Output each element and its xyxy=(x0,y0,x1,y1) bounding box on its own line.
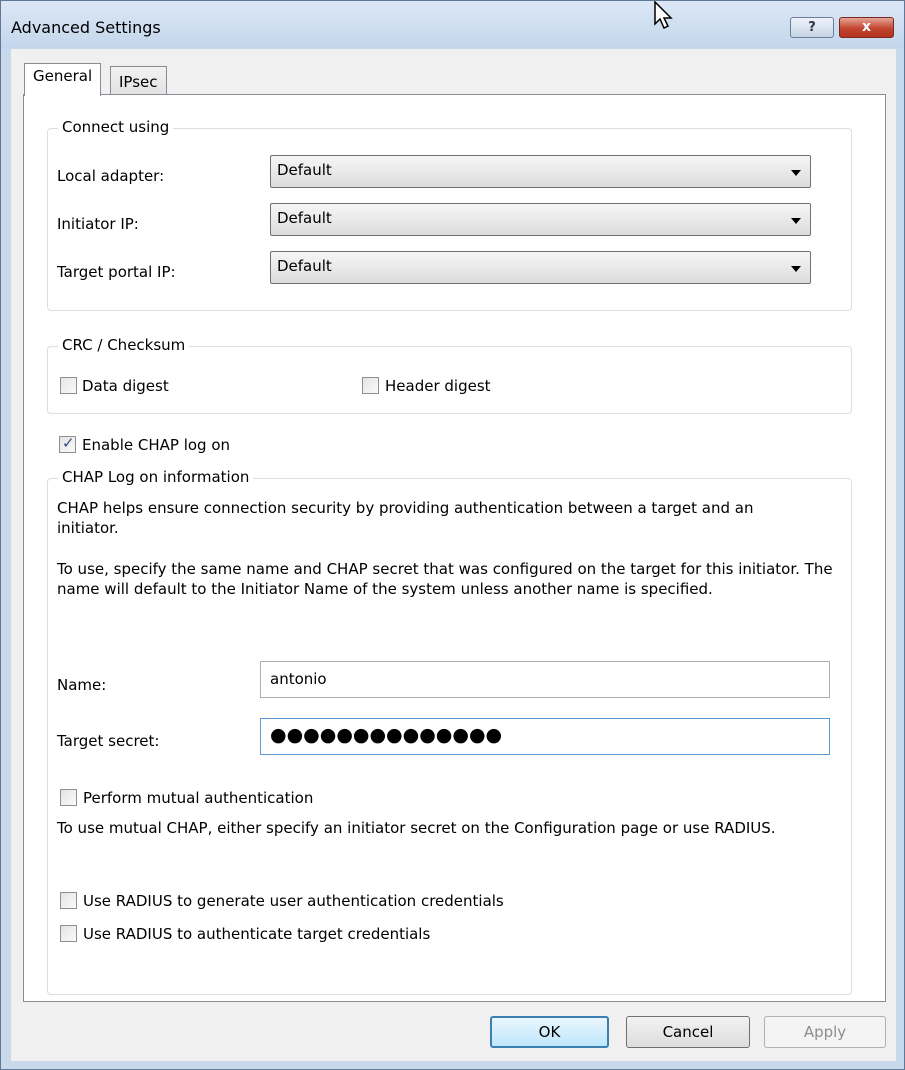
local-adapter-value: Default xyxy=(277,161,332,179)
tab-general[interactable]: General xyxy=(24,63,102,96)
chap-description: CHAP helps ensure connection security by… xyxy=(57,499,754,537)
cancel-button[interactable]: Cancel xyxy=(626,1016,750,1048)
enable-chap-checkbox[interactable]: ✓ xyxy=(59,434,76,453)
header-digest-checkbox[interactable] xyxy=(362,377,379,394)
data-digest-label[interactable]: Data digest xyxy=(82,377,169,395)
advanced-settings-dialog: Advanced Settings ? x General IPsec Conn… xyxy=(0,0,905,1070)
crc-checksum-group: CRC / Checksum Data digest Header digest xyxy=(47,336,852,414)
chevron-down-icon xyxy=(791,266,801,272)
chevron-down-icon xyxy=(791,218,801,224)
title-bar[interactable]: Advanced Settings ? x xyxy=(1,0,904,49)
apply-button[interactable]: Apply xyxy=(764,1016,886,1048)
help-icon: ? xyxy=(808,20,816,35)
data-digest-checkbox[interactable] xyxy=(60,377,77,394)
connect-using-legend: Connect using xyxy=(58,118,174,136)
mutual-auth-checkbox[interactable] xyxy=(60,789,77,806)
mutual-chap-note: To use mutual CHAP, either specify an in… xyxy=(57,819,776,837)
name-input[interactable]: antonio xyxy=(260,661,830,698)
chap-logon-legend: CHAP Log on information xyxy=(58,468,254,486)
initiator-ip-label: Initiator IP: xyxy=(57,215,139,233)
name-input-value: antonio xyxy=(270,670,327,688)
ok-button[interactable]: OK xyxy=(490,1016,609,1048)
radius-generate-label[interactable]: Use RADIUS to generate user authenticati… xyxy=(83,892,504,910)
radius-authenticate-label[interactable]: Use RADIUS to authenticate target creden… xyxy=(83,925,430,943)
dialog-title: Advanced Settings xyxy=(11,18,161,37)
initiator-ip-select[interactable]: Default xyxy=(270,203,811,236)
tab-ipsec[interactable]: IPsec xyxy=(110,66,167,96)
general-tab-panel: Connect using Local adapter: Default Ini… xyxy=(23,94,886,1002)
mouse-pointer-icon xyxy=(653,0,675,35)
close-icon: x xyxy=(861,19,872,35)
enable-chap-label[interactable]: Enable CHAP log on xyxy=(82,436,230,454)
target-portal-ip-label: Target portal IP: xyxy=(57,263,176,281)
target-portal-ip-select[interactable]: Default xyxy=(270,251,811,284)
target-secret-label: Target secret: xyxy=(57,732,160,750)
local-adapter-label: Local adapter: xyxy=(57,167,165,185)
chap-logon-group: CHAP Log on information CHAP helps ensur… xyxy=(47,468,852,995)
close-button[interactable]: x xyxy=(839,17,894,38)
dialog-body: General IPsec Connect using Local adapte… xyxy=(11,49,896,1061)
target-secret-input[interactable]: ●●●●●●●●●●●●●● xyxy=(260,718,830,755)
target-portal-ip-value: Default xyxy=(277,257,332,275)
chevron-down-icon xyxy=(791,170,801,176)
crc-checksum-legend: CRC / Checksum xyxy=(58,336,190,354)
local-adapter-select[interactable]: Default xyxy=(270,155,811,188)
initiator-ip-value: Default xyxy=(277,209,332,227)
radius-authenticate-checkbox[interactable] xyxy=(60,925,77,942)
name-label: Name: xyxy=(57,676,107,694)
connect-using-group: Connect using Local adapter: Default Ini… xyxy=(47,118,852,311)
chap-instructions: To use, specify the same name and CHAP s… xyxy=(57,560,833,598)
header-digest-label[interactable]: Header digest xyxy=(385,377,491,395)
help-button[interactable]: ? xyxy=(790,17,834,38)
checkmark-icon: ✓ xyxy=(62,434,75,452)
target-secret-value: ●●●●●●●●●●●●●● xyxy=(270,724,503,746)
radius-generate-checkbox[interactable] xyxy=(60,892,77,909)
mutual-auth-label[interactable]: Perform mutual authentication xyxy=(83,789,313,807)
